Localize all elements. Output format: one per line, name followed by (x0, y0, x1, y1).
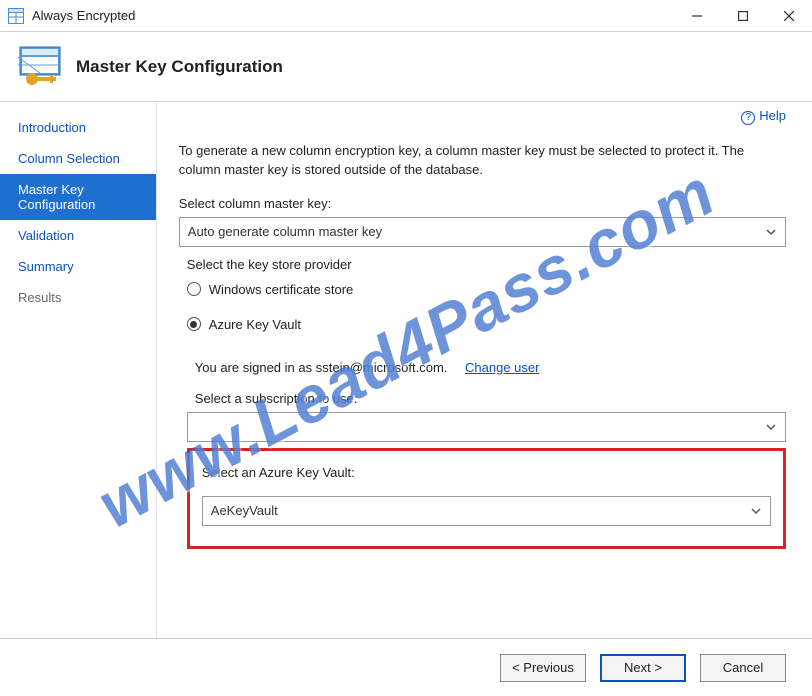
sidebar-item-introduction[interactable]: Introduction (0, 112, 156, 143)
akv-selected-value: AeKeyVault (211, 503, 278, 518)
main-area: Introduction Column Selection Master Key… (0, 102, 812, 638)
page-title: Master Key Configuration (76, 57, 283, 77)
help-icon: ? (741, 111, 755, 125)
chevron-down-icon (750, 505, 762, 517)
wizard-content: ? Help To generate a new column encryptio… (157, 102, 812, 638)
subscription-label: Select a subscription to use: (195, 391, 786, 406)
akv-highlight-box: Select an Azure Key Vault: AeKeyVault (187, 448, 786, 549)
radio-icon (187, 282, 201, 296)
provider-label: Select the key store provider (187, 257, 786, 272)
minimize-button[interactable] (674, 0, 720, 32)
radio-windows-cert-label: Windows certificate store (209, 282, 354, 297)
help-label: Help (759, 108, 786, 123)
wizard-header: Master Key Configuration (0, 32, 812, 102)
wizard-sidebar: Introduction Column Selection Master Key… (0, 102, 157, 638)
radio-icon (187, 317, 201, 331)
cmk-dropdown[interactable]: Auto generate column master key (179, 217, 786, 247)
radio-azure-key-vault[interactable]: Azure Key Vault (187, 317, 786, 332)
radio-akv-label: Azure Key Vault (209, 317, 301, 332)
next-button[interactable]: Next > (600, 654, 686, 682)
window-title: Always Encrypted (32, 8, 135, 23)
sidebar-item-column-selection[interactable]: Column Selection (0, 143, 156, 174)
signed-in-prefix: You are signed in as (195, 360, 316, 375)
sidebar-item-master-key-configuration[interactable]: Master Key Configuration (0, 174, 156, 220)
change-user-link[interactable]: Change user (465, 360, 539, 375)
previous-button[interactable]: < Previous (500, 654, 586, 682)
close-button[interactable] (766, 0, 812, 32)
help-link[interactable]: ? Help (741, 108, 786, 125)
cmk-label: Select column master key: (179, 196, 786, 211)
signed-in-user: sstein@microsoft.com. (316, 360, 448, 375)
signed-in-text: You are signed in as sstein@microsoft.co… (195, 360, 786, 375)
chevron-down-icon (765, 421, 777, 433)
title-bar: Always Encrypted (0, 0, 812, 32)
chevron-down-icon (765, 226, 777, 238)
sidebar-item-results[interactable]: Results (0, 282, 156, 313)
subscription-dropdown[interactable] (187, 412, 786, 442)
sidebar-item-validation[interactable]: Validation (0, 220, 156, 251)
akv-label: Select an Azure Key Vault: (202, 465, 771, 480)
intro-text: To generate a new column encryption key,… (179, 142, 786, 180)
maximize-button[interactable] (720, 0, 766, 32)
app-icon (8, 8, 24, 24)
radio-windows-cert-store[interactable]: Windows certificate store (187, 282, 786, 297)
sidebar-item-summary[interactable]: Summary (0, 251, 156, 282)
cancel-button[interactable]: Cancel (700, 654, 786, 682)
cmk-selected-value: Auto generate column master key (188, 224, 382, 239)
header-icon (18, 45, 62, 89)
akv-dropdown[interactable]: AeKeyVault (202, 496, 771, 526)
wizard-footer: < Previous Next > Cancel (0, 638, 812, 696)
